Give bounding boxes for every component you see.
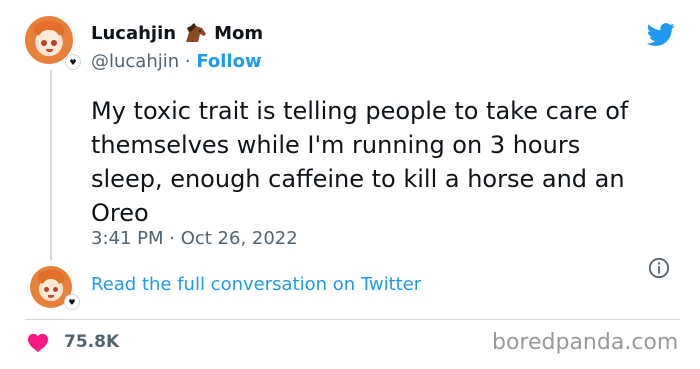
tweet-text-line: Oreo — [91, 199, 149, 227]
author-handle[interactable]: @lucahjin — [91, 51, 179, 72]
thread-line — [50, 70, 52, 260]
tweet-date[interactable]: Oct 26, 2022 — [181, 228, 298, 249]
divider — [25, 319, 680, 320]
handle-separator: · — [179, 51, 197, 72]
author-name-row[interactable]: Lucahjin Mom — [91, 22, 263, 44]
avatar-eye-left — [41, 40, 48, 46]
read-conversation-link[interactable]: Read the full conversation on Twitter — [91, 274, 421, 295]
avatar-eye-right — [52, 287, 58, 293]
tweet-text: My toxic trait is telling people to take… — [91, 94, 681, 230]
heart-badge-icon: ♥ — [65, 54, 81, 70]
follow-link[interactable]: Follow — [196, 51, 261, 72]
watermark: boredpanda.com — [492, 330, 679, 355]
avatar-eye-right — [50, 40, 57, 46]
horse-icon — [186, 23, 207, 42]
tweet-text-line: themselves while I'm running on 3 hours — [91, 131, 581, 159]
timestamp-separator: · — [163, 228, 181, 249]
author-name-suffix[interactable]: Mom — [214, 23, 263, 44]
heart-badge-icon: ♥ — [64, 294, 80, 310]
like-count[interactable]: 75.8K — [64, 332, 119, 352]
author-name[interactable]: Lucahjin — [91, 23, 176, 44]
info-icon[interactable] — [648, 257, 670, 279]
heart-icon[interactable] — [27, 333, 49, 353]
tweet-text-line: sleep, enough caffeine to kill a horse a… — [91, 165, 625, 193]
twitter-bird-icon[interactable] — [645, 20, 677, 48]
handle-row: @lucahjin · Follow — [91, 51, 262, 72]
tweet-timestamp[interactable]: 3:41 PM · Oct 26, 2022 — [91, 228, 298, 249]
tweet-time[interactable]: 3:41 PM — [91, 228, 164, 249]
tweet-text-line: My toxic trait is telling people to take… — [91, 97, 629, 125]
